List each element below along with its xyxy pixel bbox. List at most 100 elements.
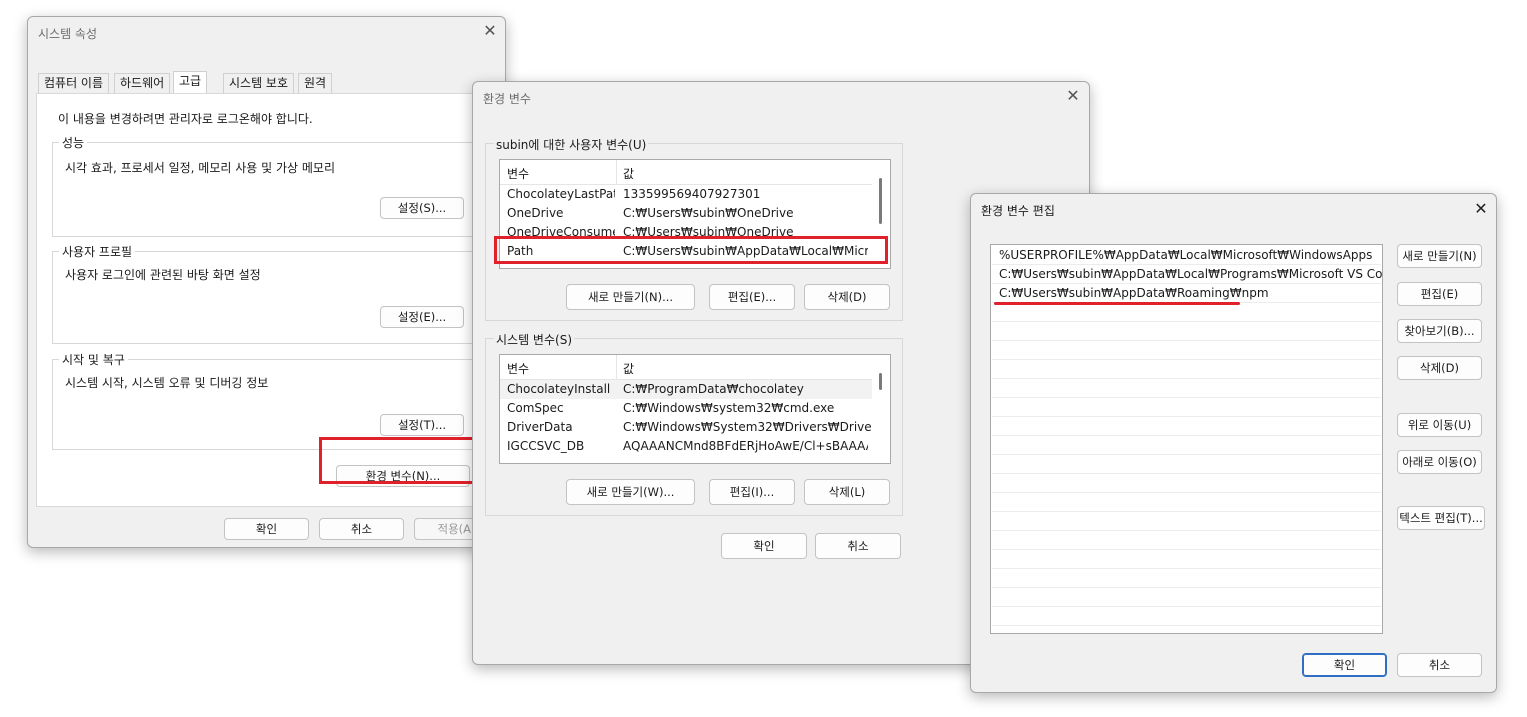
tab-remote[interactable]: 원격 xyxy=(298,73,333,93)
system-delete-button[interactable]: 삭제(L) xyxy=(804,479,890,505)
var-value: AQAAANCMnd8BFdERjHoAwE/Cl+sBAAAA... xyxy=(623,439,868,453)
list-item-empty[interactable] xyxy=(992,398,1381,417)
var-value: C:₩ProgramData₩chocolatey xyxy=(623,382,804,396)
list-item[interactable]: ChocolateyLastPat... 133599569407927301 xyxy=(500,185,872,204)
user-profile-desc: 사용자 로그인에 관련된 바탕 화면 설정 xyxy=(65,268,261,282)
list-item-empty[interactable] xyxy=(992,493,1381,512)
list-item-empty[interactable] xyxy=(992,474,1381,493)
list-item-empty[interactable] xyxy=(992,436,1381,455)
var-value: 133599569407927301 xyxy=(623,187,761,201)
list-header: 변수 값 xyxy=(500,160,872,185)
list-item[interactable]: %USERPROFILE%₩AppData₩Local₩Microsoft₩Wi… xyxy=(992,246,1381,265)
list-item-empty[interactable] xyxy=(992,455,1381,474)
column-divider xyxy=(616,160,617,184)
list-item-empty[interactable] xyxy=(992,417,1381,436)
list-item-empty[interactable] xyxy=(992,512,1381,531)
var-name: ChocolateyInstall xyxy=(507,382,611,396)
scrollbar-thumb[interactable] xyxy=(879,178,882,224)
ok-button[interactable]: 확인 xyxy=(721,533,807,559)
tab-hardware[interactable]: 하드웨어 xyxy=(114,73,171,93)
delete-button[interactable]: 삭제(D) xyxy=(1397,356,1482,380)
system-variables-label: 시스템 변수(S) xyxy=(494,331,574,348)
list-item[interactable]: ComSpec C:₩Windows₩system32₩cmd.exe xyxy=(500,399,872,418)
list-item-empty[interactable] xyxy=(992,588,1381,607)
npm-entry-underline xyxy=(994,302,1240,305)
system-new-button[interactable]: 새로 만들기(W)... xyxy=(566,479,695,505)
scrollbar[interactable] xyxy=(872,355,890,463)
var-value: C:₩Windows₩system32₩cmd.exe xyxy=(623,401,835,415)
startup-recovery-desc: 시스템 시작, 시스템 오류 및 디버깅 정보 xyxy=(65,376,269,390)
var-name: OneDrive xyxy=(507,206,564,220)
edit-text-button[interactable]: 텍스트 편집(T)... xyxy=(1397,506,1485,530)
performance-desc: 시각 효과, 프로세서 일정, 메모리 사용 및 가상 메모리 xyxy=(65,161,335,175)
startup-recovery-settings-button[interactable]: 설정(T)... xyxy=(380,414,464,436)
list-item-empty[interactable] xyxy=(992,322,1381,341)
system-properties-window: 시스템 속성 ✕ 컴퓨터 이름 하드웨어 고급 시스템 보호 원격 이 내용을 … xyxy=(27,16,506,548)
tab-computer-name[interactable]: 컴퓨터 이름 xyxy=(38,73,110,93)
user-profile-settings-button[interactable]: 설정(E)... xyxy=(380,306,464,328)
path-row-highlight xyxy=(494,236,888,264)
env-button-highlight xyxy=(319,437,478,484)
performance-group-label: 성능 xyxy=(59,134,88,151)
list-item[interactable]: C:₩Users₩subin₩AppData₩Local₩Programs₩Mi… xyxy=(992,265,1383,284)
system-edit-button[interactable]: 편집(I)... xyxy=(709,479,795,505)
list-item-empty[interactable] xyxy=(992,607,1381,626)
var-value: C:₩Users₩subin₩OneDrive xyxy=(623,206,794,220)
column-variable[interactable]: 변수 xyxy=(507,165,529,182)
admin-note: 이 내용을 변경하려면 관리자로 로그온해야 합니다. xyxy=(58,112,313,126)
list-item[interactable]: DriverData C:₩Windows₩System32₩Drivers₩Dr… xyxy=(500,418,890,437)
column-variable[interactable]: 변수 xyxy=(507,360,529,377)
system-variables-list[interactable]: 변수 값 ChocolateyInstall C:₩ProgramData₩cho… xyxy=(499,354,891,464)
ok-button[interactable]: 확인 xyxy=(224,518,309,540)
list-header: 변수 값 xyxy=(500,355,872,380)
move-down-button[interactable]: 아래로 이동(O) xyxy=(1397,450,1482,474)
user-variables-group: subin에 대한 사용자 변수(U) 변수 값 ChocolateyLastP… xyxy=(485,136,903,321)
edit-environment-variable-title: 환경 변수 편집 xyxy=(981,204,1055,218)
var-value: C:₩Windows₩System32₩Drivers₩DriverData xyxy=(623,420,891,434)
user-profile-group-label: 사용자 프로필 xyxy=(59,243,136,260)
cancel-button[interactable]: 취소 xyxy=(1397,653,1482,677)
cancel-button[interactable]: 취소 xyxy=(319,518,404,540)
performance-group: 성능 시각 효과, 프로세서 일정, 메모리 사용 및 가상 메모리 설정(S)… xyxy=(52,134,496,237)
path-entry: C:₩Users₩subin₩AppData₩Local₩Programs₩Mi… xyxy=(999,267,1383,281)
path-entry: C:₩Users₩subin₩AppData₩Roaming₩npm xyxy=(999,286,1269,300)
list-item-empty[interactable] xyxy=(992,531,1381,550)
browse-button[interactable]: 찾아보기(B)... xyxy=(1397,319,1482,343)
var-name: IGCCSVC_DB xyxy=(507,439,585,453)
var-name: ChocolateyLastPat... xyxy=(507,187,615,201)
user-new-button[interactable]: 새로 만들기(N)... xyxy=(566,284,695,310)
cancel-button[interactable]: 취소 xyxy=(815,533,901,559)
user-edit-button[interactable]: 편집(E)... xyxy=(709,284,795,310)
new-button[interactable]: 새로 만들기(N) xyxy=(1397,244,1482,268)
scrollbar-thumb[interactable] xyxy=(879,373,882,390)
ok-button[interactable]: 확인 xyxy=(1302,653,1387,677)
list-item-empty[interactable] xyxy=(992,569,1381,588)
list-item-empty[interactable] xyxy=(992,360,1381,379)
close-icon[interactable]: ✕ xyxy=(1063,86,1083,106)
path-entry: %USERPROFILE%₩AppData₩Local₩Microsoft₩Wi… xyxy=(999,248,1373,262)
user-delete-button[interactable]: 삭제(D) xyxy=(804,284,890,310)
column-value[interactable]: 값 xyxy=(623,165,634,182)
list-item-empty[interactable] xyxy=(992,341,1381,360)
list-item[interactable]: IGCCSVC_DB AQAAANCMnd8BFdERjHoAwE/Cl+sBAA… xyxy=(500,437,872,456)
list-item[interactable]: C:₩Users₩subin₩AppData₩Roaming₩npm xyxy=(992,284,1381,303)
user-profile-group: 사용자 프로필 사용자 로그인에 관련된 바탕 화면 설정 설정(E)... xyxy=(52,243,496,344)
column-value[interactable]: 값 xyxy=(623,360,634,377)
performance-settings-button[interactable]: 설정(S)... xyxy=(380,197,464,219)
column-divider xyxy=(616,355,617,379)
startup-recovery-group-label: 시작 및 복구 xyxy=(59,351,128,368)
tab-advanced[interactable]: 고급 xyxy=(173,71,208,95)
user-variables-label: subin에 대한 사용자 변수(U) xyxy=(494,136,649,153)
move-up-button[interactable]: 위로 이동(U) xyxy=(1397,413,1482,437)
edit-environment-variable-window: 환경 변수 편집 ✕ %USERPROFILE%₩AppData₩Local₩M… xyxy=(970,193,1497,693)
close-icon[interactable]: ✕ xyxy=(480,21,500,41)
list-item-empty[interactable] xyxy=(992,379,1381,398)
list-item[interactable]: ChocolateyInstall C:₩ProgramData₩chocolat… xyxy=(500,380,872,399)
system-variables-group: 시스템 변수(S) 변수 값 ChocolateyInstall C:₩Progr… xyxy=(485,331,903,516)
edit-button[interactable]: 편집(E) xyxy=(1397,282,1482,306)
list-item[interactable]: OneDrive C:₩Users₩subin₩OneDrive xyxy=(500,204,872,223)
list-item-empty[interactable] xyxy=(992,550,1381,569)
close-icon[interactable]: ✕ xyxy=(1471,199,1491,219)
tab-system-protection[interactable]: 시스템 보호 xyxy=(223,73,295,93)
list-item-empty[interactable] xyxy=(992,303,1381,322)
